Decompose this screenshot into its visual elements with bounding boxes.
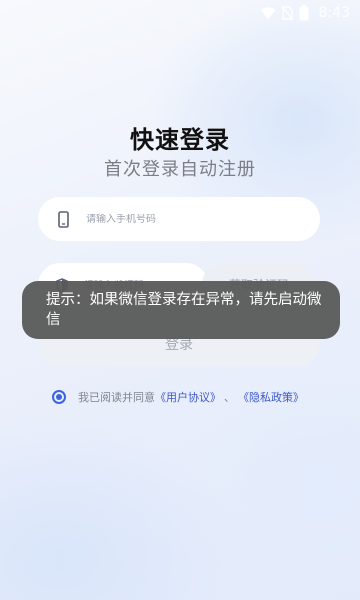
user-agreement-link[interactable]: 《用户协议》	[155, 389, 221, 405]
agreement-row: 我已阅读并同意 《用户协议》 、 《隐私政策》	[52, 389, 342, 405]
phone-input[interactable]	[86, 213, 246, 225]
wifi-icon	[260, 6, 276, 20]
page-title: 快速登录	[130, 126, 230, 154]
status-bar: 8:43	[0, 0, 360, 26]
phone-field[interactable]	[38, 197, 320, 241]
toast-message: 提示：如果微信登录存在异常，请先启动微信	[22, 281, 340, 339]
agreement-radio[interactable]	[52, 390, 66, 404]
battery-icon	[299, 5, 309, 21]
agreement-separator: 、	[224, 391, 235, 404]
phone-icon	[56, 210, 70, 228]
radio-dot	[56, 394, 62, 400]
privacy-policy-link[interactable]: 《隐私政策》	[238, 389, 304, 405]
status-time: 8:43	[318, 5, 350, 21]
no-sim-icon	[281, 6, 293, 20]
agreement-prefix: 我已阅读并同意	[78, 391, 155, 404]
page-subtitle: 首次登录自动注册	[104, 159, 256, 180]
